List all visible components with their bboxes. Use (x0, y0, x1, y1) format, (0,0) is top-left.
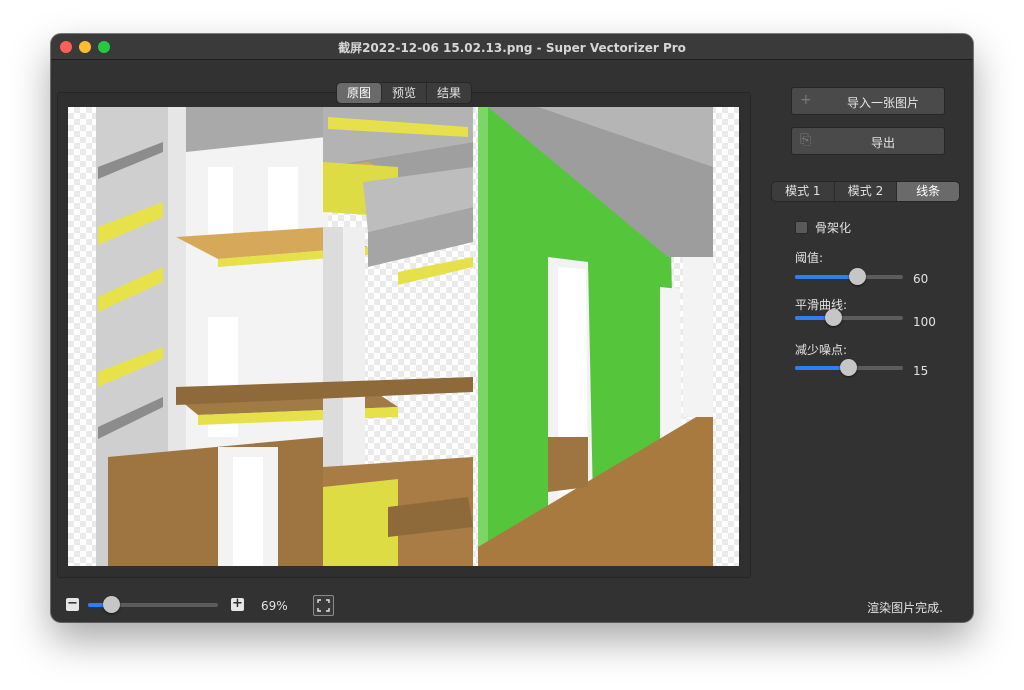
title-bar: 截屏2022-12-06 15.02.13.png - Super Vector… (51, 34, 973, 60)
smooth-curves-slider-knob[interactable] (825, 309, 842, 326)
export-label: 导出 (870, 136, 895, 150)
tab-mode-2[interactable]: 模式 2 (835, 182, 898, 201)
tab-preview[interactable]: 预览 (382, 83, 428, 103)
zoom-slider[interactable] (88, 596, 218, 614)
reduce-noise-value: 15 (913, 364, 929, 378)
source-image-render (96, 107, 713, 566)
import-image-label: 导入一张图片 (846, 96, 919, 110)
export-button[interactable]: ⎘ 导出 (791, 127, 945, 155)
skeleton-checkbox[interactable] (795, 221, 808, 234)
threshold-slider[interactable] (795, 268, 903, 286)
tab-mode-1[interactable]: 模式 1 (772, 182, 835, 201)
tab-lines[interactable]: 线条 (897, 182, 959, 201)
reduce-noise-slider[interactable] (795, 359, 903, 377)
zoom-out-button[interactable]: − (66, 597, 79, 611)
view-segmented-control: 原图 预览 结果 (336, 82, 473, 104)
skeleton-label: 骨架化 (815, 221, 852, 235)
tab-original[interactable]: 原图 (337, 83, 383, 103)
smooth-curves-value: 100 (913, 315, 936, 329)
fullscreen-icon (317, 599, 330, 612)
plus-icon: + (800, 92, 812, 108)
skeleton-checkbox-row[interactable]: 骨架化 (795, 219, 851, 236)
tab-result[interactable]: 结果 (427, 83, 471, 103)
threshold-label: 阈值: (795, 251, 824, 265)
fit-to-window-button[interactable] (313, 595, 334, 616)
app-window: 截屏2022-12-06 15.02.13.png - Super Vector… (51, 34, 973, 622)
zoom-percentage: 69% (261, 599, 288, 613)
window-title: 截屏2022-12-06 15.02.13.png - Super Vector… (338, 41, 686, 55)
threshold-value: 60 (913, 272, 929, 286)
reduce-noise-slider-knob[interactable] (840, 359, 857, 376)
mode-segmented-control: 模式 1 模式 2 线条 (771, 181, 960, 202)
zoom-slider-knob[interactable] (103, 596, 120, 613)
threshold-slider-knob[interactable] (849, 268, 866, 285)
reduce-noise-label: 减少噪点: (795, 343, 848, 357)
image-canvas[interactable] (68, 107, 739, 566)
status-text: 渲染图片完成. (867, 601, 943, 615)
smooth-curves-slider[interactable] (795, 309, 903, 327)
export-icon: ⎘ (800, 132, 812, 148)
zoom-in-button[interactable]: + (231, 597, 244, 611)
import-image-button[interactable]: + 导入一张图片 (791, 87, 945, 115)
